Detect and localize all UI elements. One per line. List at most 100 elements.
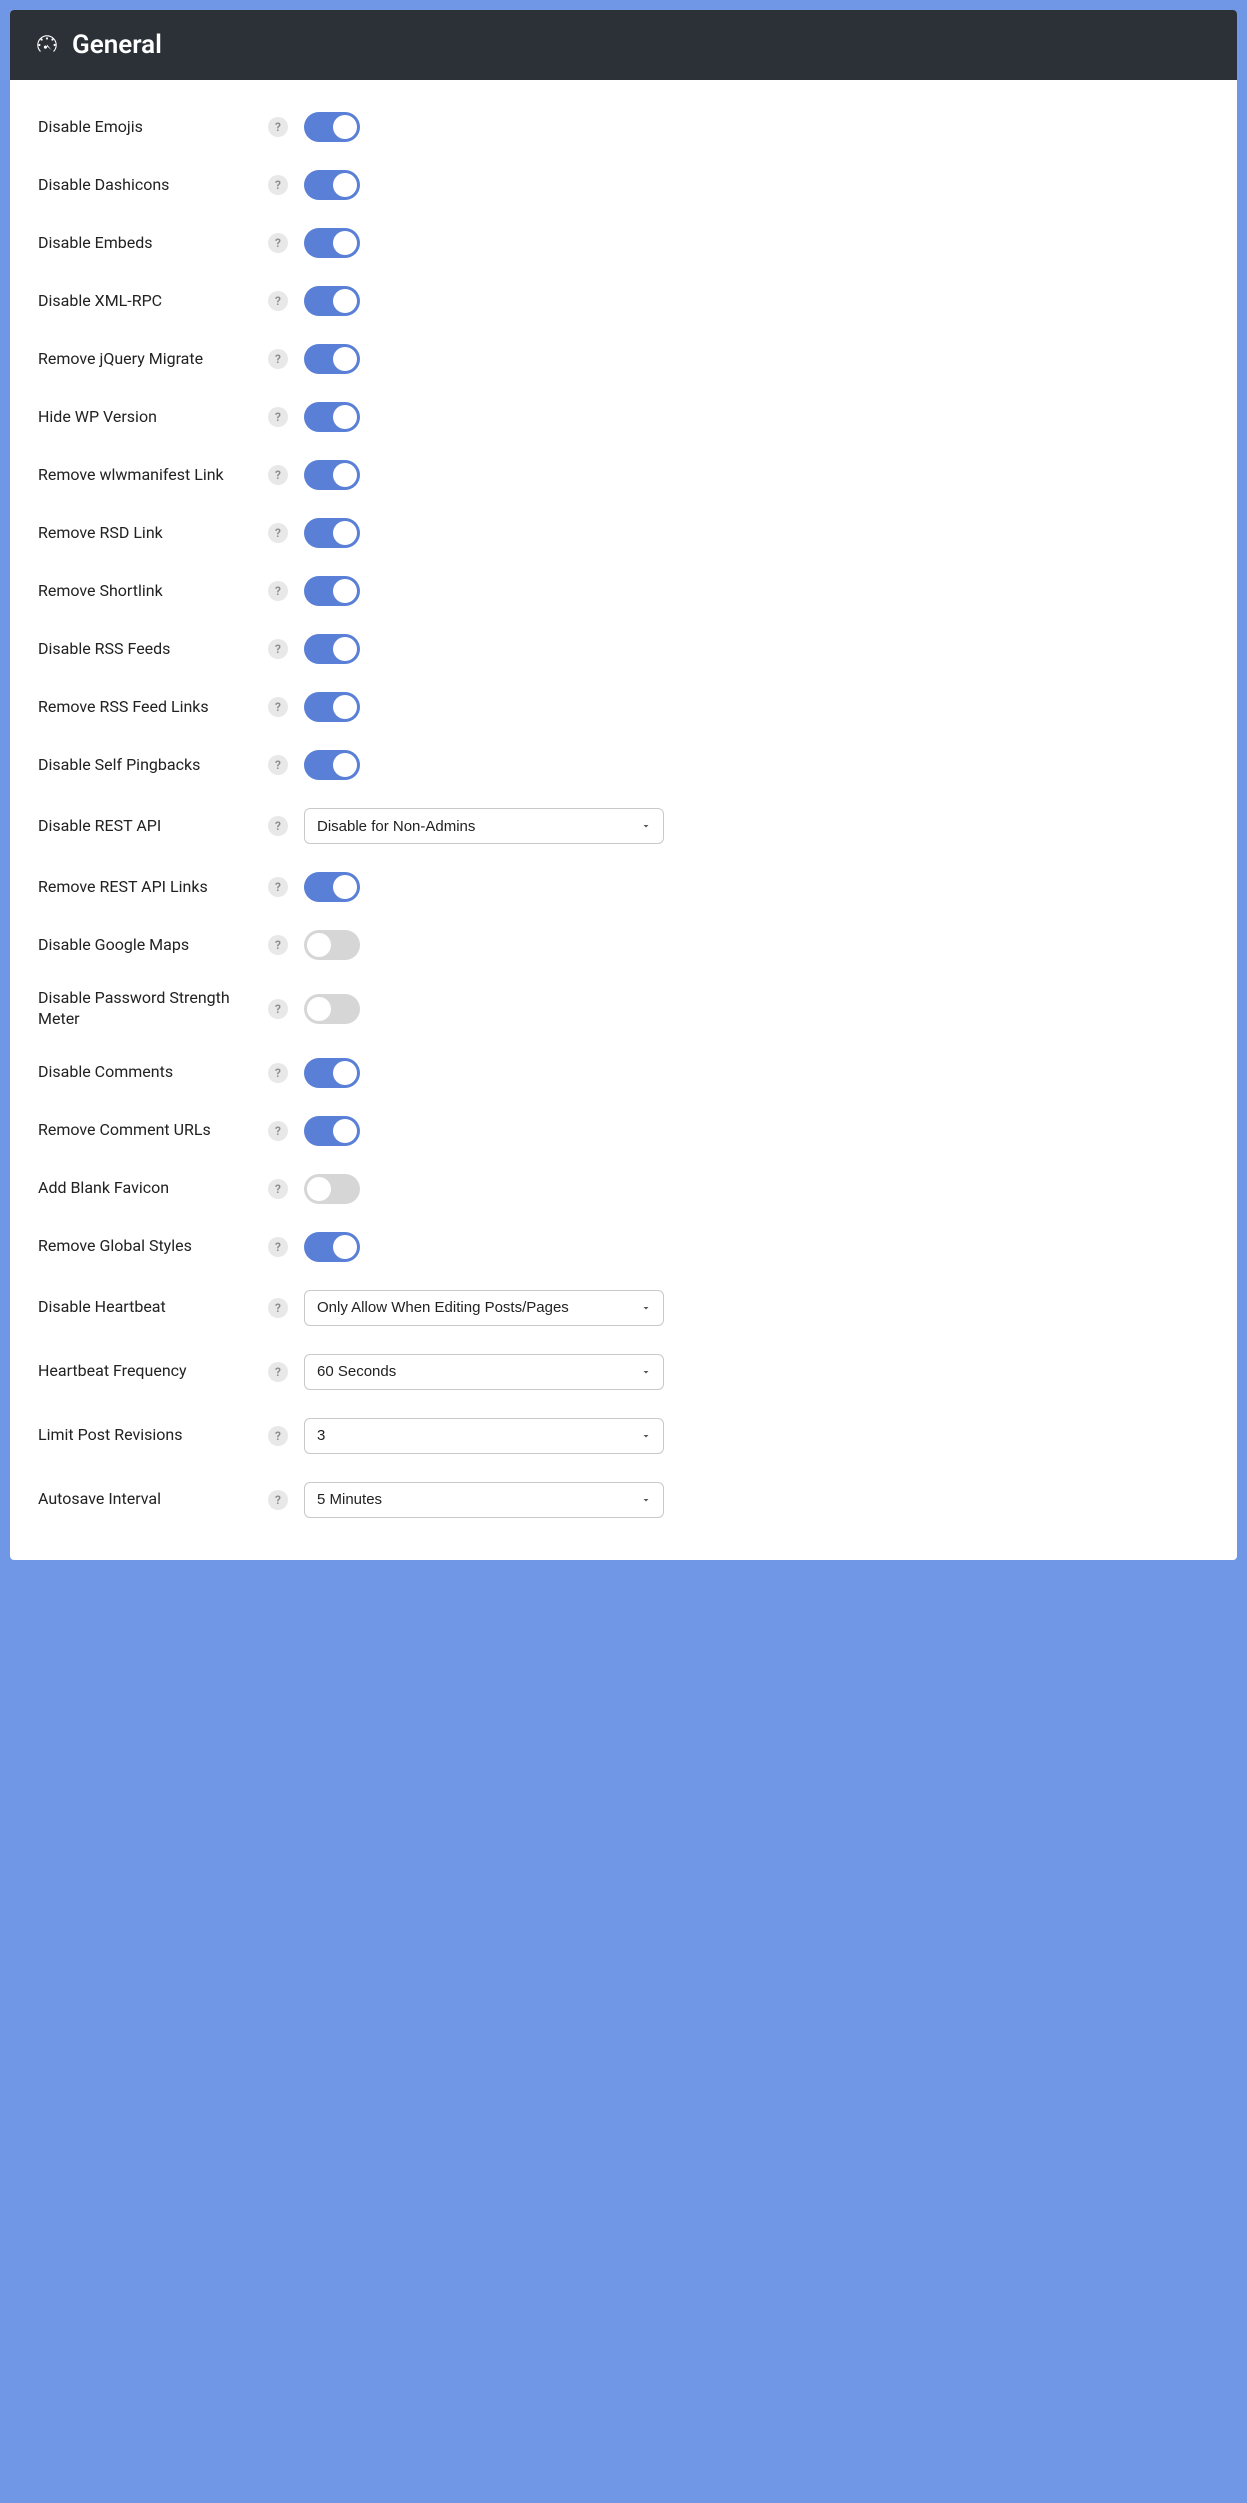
help-icon[interactable]: ? xyxy=(268,1298,288,1318)
help-icon[interactable]: ? xyxy=(268,1063,288,1083)
setting-row-disable-google-maps: Disable Google Maps? xyxy=(38,916,1209,974)
help-icon[interactable]: ? xyxy=(268,1121,288,1141)
help-icon[interactable]: ? xyxy=(268,291,288,311)
setting-label: Remove Global Styles xyxy=(38,1236,268,1257)
disable-rest-api-select[interactable]: Disable for Non-Admins xyxy=(304,808,664,844)
setting-row-autosave-interval: Autosave Interval? 5 Minutes xyxy=(38,1468,1209,1532)
setting-label: Disable Comments xyxy=(38,1062,268,1083)
help-icon[interactable]: ? xyxy=(268,117,288,137)
setting-label: Disable Password Strength Meter xyxy=(38,988,268,1030)
remove-global-styles-toggle[interactable] xyxy=(304,1232,360,1262)
help-icon[interactable]: ? xyxy=(268,935,288,955)
setting-row-add-blank-favicon: Add Blank Favicon? xyxy=(38,1160,1209,1218)
add-blank-favicon-toggle[interactable] xyxy=(304,1174,360,1204)
setting-row-remove-shortlink: Remove Shortlink? xyxy=(38,562,1209,620)
setting-row-remove-rsd-link: Remove RSD Link? xyxy=(38,504,1209,562)
setting-row-remove-rss-feed-links: Remove RSS Feed Links? xyxy=(38,678,1209,736)
setting-row-disable-self-pingbacks: Disable Self Pingbacks? xyxy=(38,736,1209,794)
setting-label: Heartbeat Frequency xyxy=(38,1361,268,1382)
setting-row-remove-wlwmanifest-link: Remove wlwmanifest Link? xyxy=(38,446,1209,504)
help-icon[interactable]: ? xyxy=(268,407,288,427)
help-icon[interactable]: ? xyxy=(268,349,288,369)
setting-row-disable-embeds: Disable Embeds? xyxy=(38,214,1209,272)
remove-comment-urls-toggle[interactable] xyxy=(304,1116,360,1146)
setting-label: Remove RSD Link xyxy=(38,523,268,544)
setting-label: Disable Dashicons xyxy=(38,175,268,196)
hide-wp-version-toggle[interactable] xyxy=(304,402,360,432)
setting-label: Hide WP Version xyxy=(38,407,268,428)
help-icon[interactable]: ? xyxy=(268,581,288,601)
remove-shortlink-toggle[interactable] xyxy=(304,576,360,606)
remove-rest-api-links-toggle[interactable] xyxy=(304,872,360,902)
setting-label: Disable REST API xyxy=(38,816,268,837)
setting-row-disable-password-strength: Disable Password Strength Meter? xyxy=(38,974,1209,1044)
help-icon[interactable]: ? xyxy=(268,175,288,195)
setting-label: Remove jQuery Migrate xyxy=(38,349,268,370)
disable-heartbeat-select[interactable]: Only Allow When Editing Posts/Pages xyxy=(304,1290,664,1326)
help-icon[interactable]: ? xyxy=(268,1426,288,1446)
setting-label: Remove Shortlink xyxy=(38,581,268,602)
disable-self-pingbacks-toggle[interactable] xyxy=(304,750,360,780)
setting-label: Remove REST API Links xyxy=(38,877,268,898)
panel-header: General xyxy=(10,10,1237,80)
setting-label: Add Blank Favicon xyxy=(38,1178,268,1199)
setting-label: Disable RSS Feeds xyxy=(38,639,268,660)
setting-row-remove-global-styles: Remove Global Styles? xyxy=(38,1218,1209,1276)
disable-comments-toggle[interactable] xyxy=(304,1058,360,1088)
setting-label: Remove Comment URLs xyxy=(38,1120,268,1141)
dashboard-icon xyxy=(34,32,60,58)
setting-row-disable-heartbeat: Disable Heartbeat? Only Allow When Editin… xyxy=(38,1276,1209,1340)
autosave-interval-select[interactable]: 5 Minutes xyxy=(304,1482,664,1518)
help-icon[interactable]: ? xyxy=(268,639,288,659)
panel-title: General xyxy=(72,30,162,60)
help-icon[interactable]: ? xyxy=(268,816,288,836)
help-icon[interactable]: ? xyxy=(268,999,288,1019)
setting-row-disable-emojis: Disable Emojis? xyxy=(38,98,1209,156)
heartbeat-frequency-select[interactable]: 60 Seconds xyxy=(304,1354,664,1390)
settings-body: Disable Emojis?Disable Dashicons?Disable… xyxy=(10,80,1237,1560)
setting-row-hide-wp-version: Hide WP Version? xyxy=(38,388,1209,446)
disable-embeds-toggle[interactable] xyxy=(304,228,360,258)
setting-label: Autosave Interval xyxy=(38,1489,268,1510)
disable-emojis-toggle[interactable] xyxy=(304,112,360,142)
setting-label: Disable XML-RPC xyxy=(38,291,268,312)
setting-label: Disable Embeds xyxy=(38,233,268,254)
general-settings-panel: General Disable Emojis?Disable Dashicons… xyxy=(10,10,1237,1560)
remove-wlwmanifest-link-toggle[interactable] xyxy=(304,460,360,490)
setting-row-remove-comment-urls: Remove Comment URLs? xyxy=(38,1102,1209,1160)
help-icon[interactable]: ? xyxy=(268,465,288,485)
setting-label: Disable Google Maps xyxy=(38,935,268,956)
disable-google-maps-toggle[interactable] xyxy=(304,930,360,960)
help-icon[interactable]: ? xyxy=(268,697,288,717)
help-icon[interactable]: ? xyxy=(268,233,288,253)
setting-row-disable-comments: Disable Comments? xyxy=(38,1044,1209,1102)
help-icon[interactable]: ? xyxy=(268,1362,288,1382)
remove-jquery-migrate-toggle[interactable] xyxy=(304,344,360,374)
setting-label: Remove wlwmanifest Link xyxy=(38,465,268,486)
setting-row-disable-rss-feeds: Disable RSS Feeds? xyxy=(38,620,1209,678)
setting-label: Remove RSS Feed Links xyxy=(38,697,268,718)
remove-rss-feed-links-toggle[interactable] xyxy=(304,692,360,722)
setting-row-remove-rest-api-links: Remove REST API Links? xyxy=(38,858,1209,916)
setting-label: Limit Post Revisions xyxy=(38,1425,268,1446)
help-icon[interactable]: ? xyxy=(268,755,288,775)
setting-row-limit-post-revisions: Limit Post Revisions? 3 xyxy=(38,1404,1209,1468)
disable-rss-feeds-toggle[interactable] xyxy=(304,634,360,664)
setting-row-disable-rest-api: Disable REST API? Disable for Non-Admins xyxy=(38,794,1209,858)
help-icon[interactable]: ? xyxy=(268,523,288,543)
setting-label: Disable Self Pingbacks xyxy=(38,755,268,776)
help-icon[interactable]: ? xyxy=(268,1237,288,1257)
setting-row-remove-jquery-migrate: Remove jQuery Migrate? xyxy=(38,330,1209,388)
remove-rsd-link-toggle[interactable] xyxy=(304,518,360,548)
setting-label: Disable Emojis xyxy=(38,117,268,138)
help-icon[interactable]: ? xyxy=(268,1490,288,1510)
disable-dashicons-toggle[interactable] xyxy=(304,170,360,200)
help-icon[interactable]: ? xyxy=(268,877,288,897)
setting-row-disable-dashicons: Disable Dashicons? xyxy=(38,156,1209,214)
disable-xml-rpc-toggle[interactable] xyxy=(304,286,360,316)
setting-label: Disable Heartbeat xyxy=(38,1297,268,1318)
setting-row-disable-xml-rpc: Disable XML-RPC? xyxy=(38,272,1209,330)
disable-password-strength-toggle[interactable] xyxy=(304,994,360,1024)
limit-post-revisions-select[interactable]: 3 xyxy=(304,1418,664,1454)
help-icon[interactable]: ? xyxy=(268,1179,288,1199)
